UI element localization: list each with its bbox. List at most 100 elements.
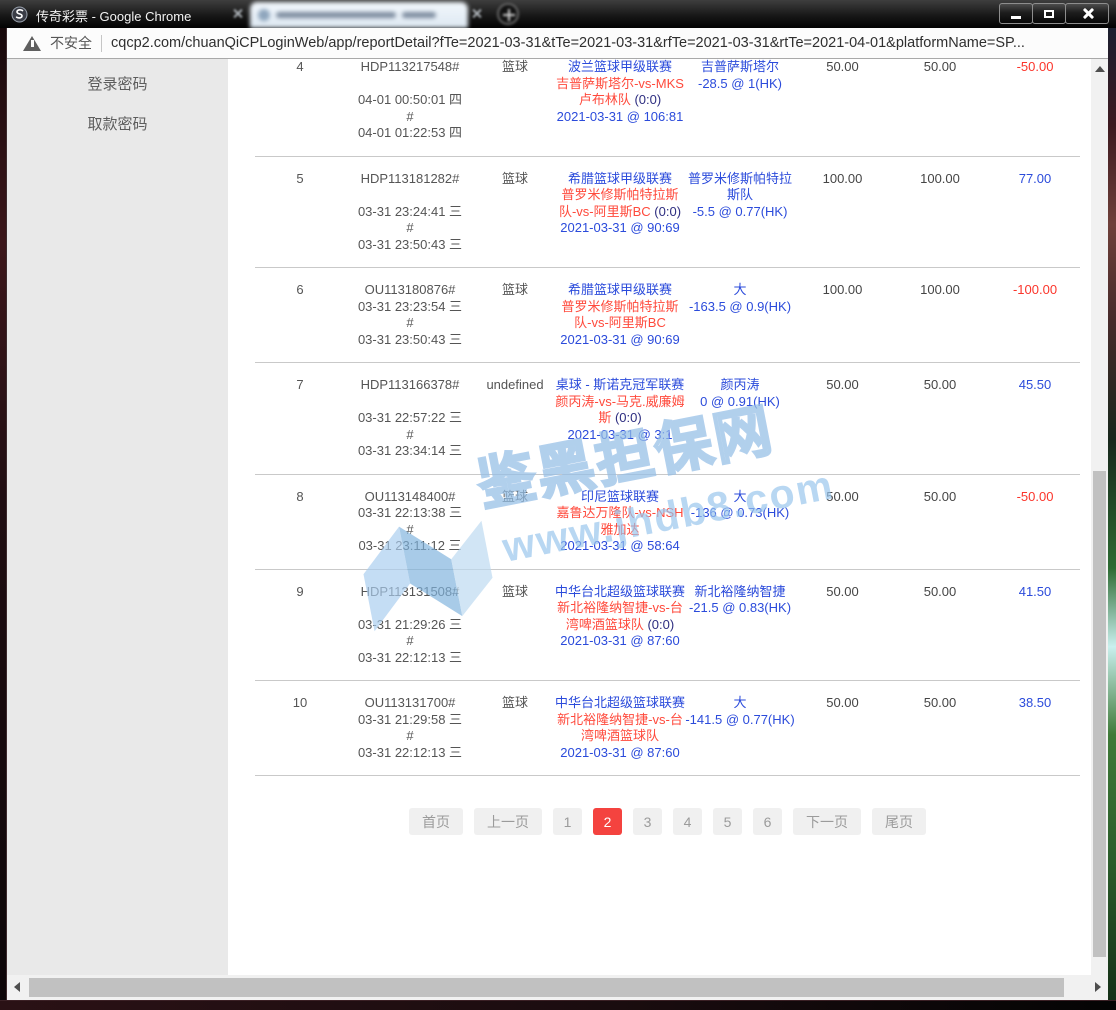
scroll-right-arrow-icon[interactable]	[1095, 982, 1101, 992]
league-name: 希腊篮球甲级联赛	[555, 171, 685, 188]
match-cell: 中华台北超级篮球联赛 新北裕隆纳智捷-vs-台湾啤酒篮球队 (0:0) 2021…	[555, 584, 685, 650]
blurred-new-tab-icon[interactable]	[497, 3, 519, 25]
minimize-button[interactable]	[999, 3, 1033, 24]
next-page-button[interactable]: 下一页	[793, 808, 861, 835]
prev-page-button[interactable]: 上一页	[474, 808, 542, 835]
sport-type: 篮球	[475, 171, 555, 188]
match-score: (0:0)	[654, 204, 681, 219]
blurred-browser-tab[interactable]	[250, 2, 468, 28]
bet-cell: 新北裕隆纳智捷 -21.5 @ 0.83(HK)	[685, 584, 795, 617]
bet-amount: 100.00	[795, 282, 890, 299]
last-page-button[interactable]: 尾页	[872, 808, 926, 835]
bet-pick: 颜丙涛	[685, 377, 795, 394]
vertical-scrollbar-thumb[interactable]	[1093, 471, 1106, 956]
page-content: 登录密码 取款密码 4 HDP113217548# 04-01 00:50:01…	[7, 59, 1108, 975]
blurred-tab-close-icon[interactable]	[472, 8, 482, 18]
result-amount: 77.00	[990, 171, 1080, 188]
time-separator: #	[345, 728, 475, 745]
bet-cell: 大 -163.5 @ 0.9(HK)	[685, 282, 795, 315]
order-id: HDP113181282#	[345, 171, 475, 188]
minimize-icon	[1011, 16, 1021, 19]
time-gap	[345, 394, 475, 411]
bet-odds: -21.5 @ 0.83(HK)	[685, 600, 795, 617]
page-6-button[interactable]: 6	[753, 808, 782, 835]
match-cell: 中华台北超级篮球联赛 新北裕隆纳智捷-vs-台湾啤酒篮球队 2021-03-31…	[555, 695, 685, 761]
final-score-date: 2021-03-31 @ 87:60	[555, 745, 685, 762]
league-name: 中华台北超级篮球联赛	[555, 695, 685, 712]
page-number-buttons: 123456	[553, 808, 782, 835]
bet-time: 03-31 21:29:58 三	[345, 712, 475, 729]
bet-time: 03-31 21:29:26 三	[345, 617, 475, 634]
bet-odds: -28.5 @ 1(HK)	[685, 76, 795, 93]
table-row: 6 OU113180876# 03-31 23:23:54 三 # 03-31 …	[255, 268, 1080, 363]
pagination: 首页 上一页 123456 下一页 尾页	[255, 808, 1080, 835]
first-page-button[interactable]: 首页	[409, 808, 463, 835]
final-score-date: 2021-03-31 @ 90:69	[555, 332, 685, 349]
settle-time: 03-31 23:11:12 三	[345, 538, 475, 555]
result-amount: 45.50	[990, 377, 1080, 394]
bet-amount: 50.00	[795, 59, 890, 76]
scroll-left-arrow-icon[interactable]	[14, 982, 20, 992]
page-3-button[interactable]: 3	[633, 808, 662, 835]
valid-amount: 50.00	[890, 584, 990, 601]
maximize-button[interactable]	[1032, 3, 1066, 24]
scroll-up-arrow-icon[interactable]	[1095, 66, 1105, 72]
sport-type: 篮球	[475, 584, 555, 601]
match-score: (0:0)	[634, 92, 661, 107]
bet-odds: -163.5 @ 0.9(HK)	[685, 299, 795, 316]
page-1-button[interactable]: 1	[553, 808, 582, 835]
bet-pick: 新北裕隆纳智捷	[685, 584, 795, 601]
address-bar: 不安全 cqcp2.com/chuanQiCPLoginWeb/app/repo…	[7, 28, 1108, 59]
not-secure-label[interactable]: 不安全	[50, 33, 92, 53]
time-gap	[345, 187, 475, 204]
match-cell: 印尼篮球联赛 嘉鲁达万隆队-vs-NSH 雅加达 2021-03-31 @ 58…	[555, 489, 685, 555]
window-frame-left	[0, 28, 7, 1010]
bet-pick: 大	[685, 695, 795, 712]
horizontal-scrollbar-thumb[interactable]	[29, 978, 1064, 997]
horizontal-scrollbar[interactable]	[7, 975, 1108, 1000]
window-frame-bottom	[0, 1000, 1116, 1010]
table-row: 4 HDP113217548# 04-01 00:50:01 四 # 04-01…	[255, 59, 1080, 157]
time-gap	[345, 600, 475, 617]
url-divider	[101, 35, 102, 52]
url-text[interactable]: cqcp2.com/chuanQiCPLoginWeb/app/reportDe…	[111, 35, 1025, 51]
bet-cell: 大 -136 @ 0.73(HK)	[685, 489, 795, 522]
bet-cell: 颜丙涛 0 @ 0.91(HK)	[685, 377, 795, 410]
bet-pick: 大	[685, 282, 795, 299]
row-number: 6	[255, 282, 345, 299]
final-score-date: 2021-03-31 @ 87:60	[555, 633, 685, 650]
window-titlebar: 传奇彩票 - Google Chrome	[0, 0, 1116, 28]
table-row: 7 HDP113166378# 03-31 22:57:22 三 # 03-31…	[255, 363, 1080, 475]
bet-amount: 50.00	[795, 489, 890, 506]
page-4-button[interactable]: 4	[673, 808, 702, 835]
sport-type: undefined	[475, 377, 555, 394]
valid-amount: 50.00	[890, 59, 990, 76]
sidebar-item-login-password[interactable]: 登录密码	[7, 63, 228, 103]
match-cell: 希腊篮球甲级联赛 普罗米修斯帕特拉斯队-vs-阿里斯BC (0:0) 2021-…	[555, 171, 685, 237]
bet-pick: 吉普萨斯塔尔	[685, 59, 795, 76]
vertical-scrollbar[interactable]	[1091, 59, 1108, 975]
match-score: (0:0)	[647, 617, 674, 632]
sidebar-item-withdraw-password[interactable]: 取款密码	[7, 103, 228, 143]
final-score-date: 2021-03-31 @ 90:69	[555, 220, 685, 237]
match-teams: 新北裕隆纳智捷-vs-台湾啤酒篮球队 (0:0)	[555, 600, 685, 633]
close-button[interactable]	[1065, 3, 1109, 24]
bet-time: 03-31 23:24:41 三	[345, 204, 475, 221]
page-2-button[interactable]: 2	[593, 808, 622, 835]
bet-amount: 50.00	[795, 695, 890, 712]
window-title: 传奇彩票 - Google Chrome	[36, 6, 191, 25]
final-score-date: 2021-03-31 @ 106:81	[555, 109, 685, 126]
match-teams: 嘉鲁达万隆队-vs-NSH 雅加达	[555, 505, 685, 538]
valid-amount: 100.00	[890, 282, 990, 299]
not-secure-warning-icon[interactable]	[23, 36, 41, 51]
result-amount: -50.00	[990, 489, 1080, 506]
match-cell: 桌球 - 斯诺克冠军联赛 颜丙涛-vs-马克.威廉姆斯 (0:0) 2021-0…	[555, 377, 685, 443]
bet-pick: 大	[685, 489, 795, 506]
league-name: 印尼篮球联赛	[555, 489, 685, 506]
window-frame-right	[1108, 28, 1116, 1010]
blurred-close-icon	[233, 8, 243, 18]
page-5-button[interactable]: 5	[713, 808, 742, 835]
settle-time: 03-31 22:12:13 三	[345, 650, 475, 667]
result-amount: 38.50	[990, 695, 1080, 712]
order-cell: HDP113131508# 03-31 21:29:26 三 # 03-31 2…	[345, 584, 475, 667]
